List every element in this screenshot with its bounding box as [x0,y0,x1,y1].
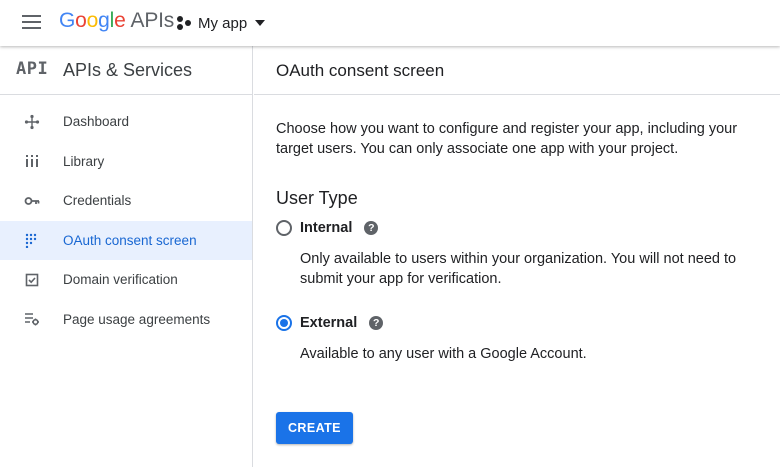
help-icon[interactable]: ? [364,221,379,235]
dashboard-icon [24,114,40,129]
logo-suffix: APIs [130,9,175,32]
internal-description: Only available to users within your orga… [300,251,737,287]
logo-letter-2: o [86,9,99,32]
main-content: OAuth consent screen Choose how you want… [254,46,780,467]
settings-list-icon [25,313,39,326]
external-description: Available to any user with a Google Acco… [300,346,587,362]
sidebar-item-label: Dashboard [63,114,130,130]
sidebar-item-dashboard[interactable]: Dashboard [0,102,252,142]
logo-letter-0: G [59,9,76,32]
sidebar-item-label: Domain verification [63,272,178,288]
sidebar-item-domain-verification[interactable]: Domain verification [0,260,252,300]
chevron-down-icon [255,20,266,26]
internal-radio[interactable] [276,220,292,236]
top-app-bar: Google APIs My app [0,0,780,46]
user-type-heading: User Type [276,188,358,208]
logo-letter-3: g [98,9,110,32]
sidebar-item-page-usage-agreements[interactable]: Page usage agreements [0,300,252,340]
consent-dots-icon [25,234,37,249]
internal-label: Internal [300,220,353,236]
sidebar-item-label: OAuth consent screen [63,232,197,248]
api-logo: API [16,59,49,79]
main-header: OAuth consent screen [254,46,780,95]
google-apis-logo[interactable]: Google APIs [59,9,174,33]
internal-option[interactable]: Internal ? [276,220,379,236]
sidebar-item-credentials[interactable]: Credentials [0,181,252,221]
library-icon [26,155,38,168]
sidebar-item-library[interactable]: Library [0,142,252,182]
project-selector[interactable]: My app [176,12,266,34]
project-hexagon-icon [177,16,191,30]
sidebar-header: API APIs & Services [0,46,252,95]
key-icon [24,196,40,205]
external-option[interactable]: External ? [276,315,384,331]
checkbox-icon [25,273,39,287]
logo-letter-1: o [75,9,87,32]
logo-letter-5: e [114,9,126,32]
sidebar-item-label: Credentials [63,193,132,209]
create-button[interactable]: CREATE [276,412,353,444]
sidebar: API APIs & Services Dashboard Library Cr… [0,46,253,467]
sidebar-item-oauth-consent-screen[interactable]: OAuth consent screen [0,220,252,260]
project-name: My app [198,14,248,32]
sidebar-nav: Dashboard Library Credentials OAuth cons… [0,95,252,339]
hamburger-menu-icon[interactable] [22,15,41,29]
external-radio[interactable] [276,315,292,331]
intro-text: Choose how you want to configure and reg… [276,121,738,157]
sidebar-title: APIs & Services [63,60,193,80]
sidebar-item-label: Page usage agreements [63,311,211,327]
help-icon[interactable]: ? [369,316,384,330]
sidebar-item-label: Library [63,153,105,169]
page-title: OAuth consent screen [276,61,445,80]
external-label: External [300,315,358,331]
